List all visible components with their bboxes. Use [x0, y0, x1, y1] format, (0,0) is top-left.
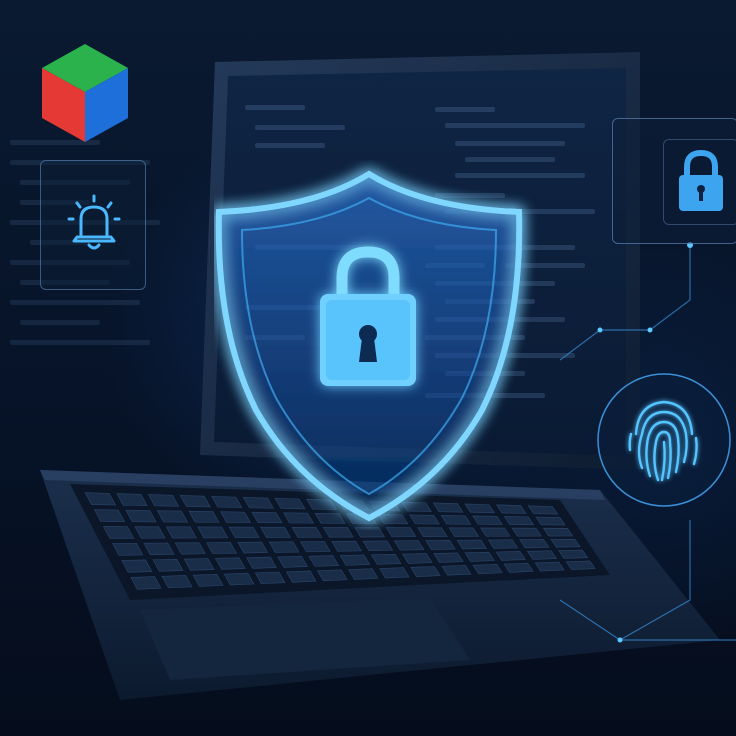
bell-icon	[67, 194, 121, 250]
fingerprint-badge	[597, 373, 731, 507]
lock-card	[612, 118, 736, 244]
shield-icon	[215, 170, 523, 522]
security-illustration	[0, 0, 736, 736]
padlock-icon	[679, 149, 723, 211]
notification-card	[40, 160, 146, 290]
rgb-cube-icon	[42, 44, 128, 142]
